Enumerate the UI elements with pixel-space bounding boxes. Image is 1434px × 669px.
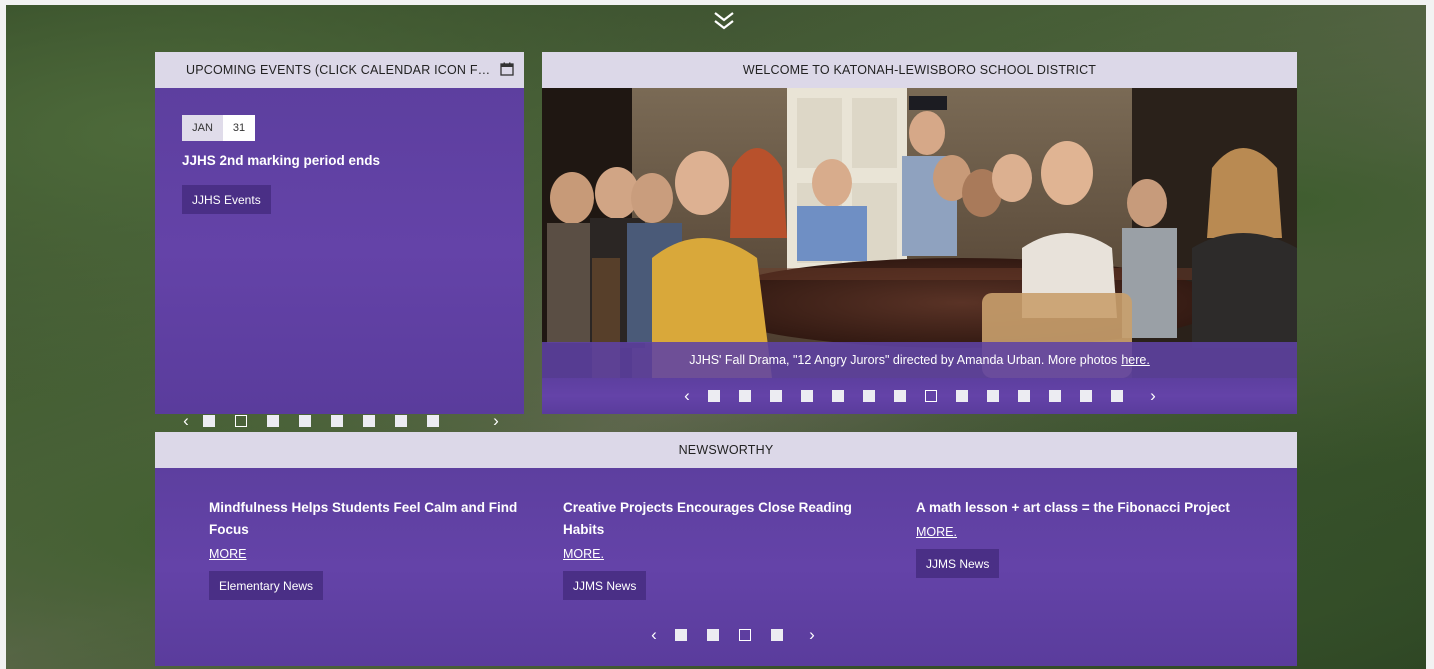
events-pager-dot[interactable] [331, 415, 343, 427]
events-pager-dot[interactable] [363, 415, 375, 427]
welcome-pager-dot[interactable] [739, 390, 751, 402]
welcome-pager: ‹ › [680, 387, 1160, 404]
welcome-panel: WELCOME TO KATONAH-LEWISBORO SCHOOL DIST… [542, 52, 1297, 414]
news-pager-dot[interactable] [771, 629, 783, 641]
slideshow-photo[interactable]: JJHS' Fall Drama, "12 Angry Jurors" dire… [542, 88, 1297, 378]
news-item: A math lesson + art class = the Fibonacc… [916, 497, 1256, 578]
news-next-arrow-icon[interactable]: › [805, 626, 819, 643]
events-prev-arrow-icon[interactable]: ‹ [179, 412, 193, 429]
news-pager: ‹ › [647, 626, 819, 643]
event-category-button[interactable]: JJHS Events [182, 185, 271, 214]
photo-caption: JJHS' Fall Drama, "12 Angry Jurors" dire… [542, 342, 1297, 378]
welcome-pager-dot[interactable] [832, 390, 844, 402]
welcome-pager-dot[interactable] [1080, 390, 1092, 402]
event-day: 31 [223, 115, 255, 141]
event-date-badge: JAN 31 [182, 115, 255, 141]
welcome-pager-dot[interactable] [1018, 390, 1030, 402]
welcome-pager-dot[interactable] [987, 390, 999, 402]
news-category-button[interactable]: JJMS News [916, 549, 1000, 578]
welcome-pager-band: ‹ › [542, 378, 1297, 414]
upcoming-events-header: UPCOMING EVENTS (CLICK CALENDAR ICON FOR… [155, 52, 524, 88]
welcome-pager-dot[interactable] [1049, 390, 1061, 402]
photo-caption-text: JJHS' Fall Drama, "12 Angry Jurors" dire… [689, 353, 1118, 367]
news-headline-link[interactable]: Creative Projects Encourages Close Readi… [563, 497, 863, 541]
news-prev-arrow-icon[interactable]: ‹ [647, 626, 661, 643]
newsworthy-panel: NEWSWORTHY Mindfulness Helps Students Fe… [155, 432, 1297, 666]
welcome-pager-dot[interactable] [770, 390, 782, 402]
events-pager: ‹ › [179, 412, 503, 429]
welcome-pager-dot[interactable] [863, 390, 875, 402]
welcome-pager-dot[interactable] [894, 390, 906, 402]
events-pager-dot[interactable] [267, 415, 279, 427]
upcoming-events-panel: UPCOMING EVENTS (CLICK CALENDAR ICON FOR… [155, 52, 524, 429]
newsworthy-header: NEWSWORTHY [155, 432, 1297, 468]
calendar-icon[interactable] [500, 62, 514, 76]
welcome-pager-dot[interactable] [956, 390, 968, 402]
news-category-button[interactable]: Elementary News [209, 571, 324, 600]
welcome-pager-dot-active[interactable] [925, 390, 937, 402]
news-headline-link[interactable]: Mindfulness Helps Students Feel Calm and… [209, 497, 529, 541]
news-item: Mindfulness Helps Students Feel Calm and… [209, 497, 529, 600]
page-right-edge [1426, 0, 1434, 669]
drama-cast-photo [542, 88, 1297, 378]
upcoming-events-body: JAN 31 JJHS 2nd marking period ends JJHS… [155, 88, 524, 429]
newsworthy-body: Mindfulness Helps Students Feel Calm and… [155, 468, 1297, 666]
events-pager-dot-active[interactable] [235, 415, 247, 427]
news-pager-dot[interactable] [675, 629, 687, 641]
news-more-link[interactable]: MORE. [563, 547, 604, 561]
events-pager-dot[interactable] [395, 415, 407, 427]
news-pager-dot[interactable] [707, 629, 719, 641]
event-month: JAN [182, 115, 223, 141]
page-left-edge [0, 0, 6, 669]
news-category-button[interactable]: JJMS News [563, 571, 647, 600]
upcoming-events-title: UPCOMING EVENTS (CLICK CALENDAR ICON FOR… [186, 63, 494, 77]
news-item: Creative Projects Encourages Close Readi… [563, 497, 863, 600]
news-headline-link[interactable]: A math lesson + art class = the Fibonacc… [916, 497, 1256, 519]
news-more-link[interactable]: MORE. [916, 525, 957, 539]
welcome-next-arrow-icon[interactable]: › [1146, 387, 1160, 404]
welcome-prev-arrow-icon[interactable]: ‹ [680, 387, 694, 404]
double-chevron-down-icon[interactable] [712, 10, 736, 32]
events-pager-dot[interactable] [299, 415, 311, 427]
page-top-edge [0, 0, 1434, 5]
welcome-pager-dot[interactable] [801, 390, 813, 402]
news-pager-dot-active[interactable] [739, 629, 751, 641]
welcome-pager-dot[interactable] [708, 390, 720, 402]
events-next-arrow-icon[interactable]: › [489, 412, 503, 429]
news-more-link[interactable]: MORE [209, 547, 247, 561]
welcome-pager-dot[interactable] [1111, 390, 1123, 402]
more-photos-link[interactable]: here. [1121, 353, 1150, 367]
event-title-link[interactable]: JJHS 2nd marking period ends [182, 153, 380, 168]
events-pager-dot[interactable] [427, 415, 439, 427]
welcome-header: WELCOME TO KATONAH-LEWISBORO SCHOOL DIST… [542, 52, 1297, 88]
events-pager-dot[interactable] [203, 415, 215, 427]
